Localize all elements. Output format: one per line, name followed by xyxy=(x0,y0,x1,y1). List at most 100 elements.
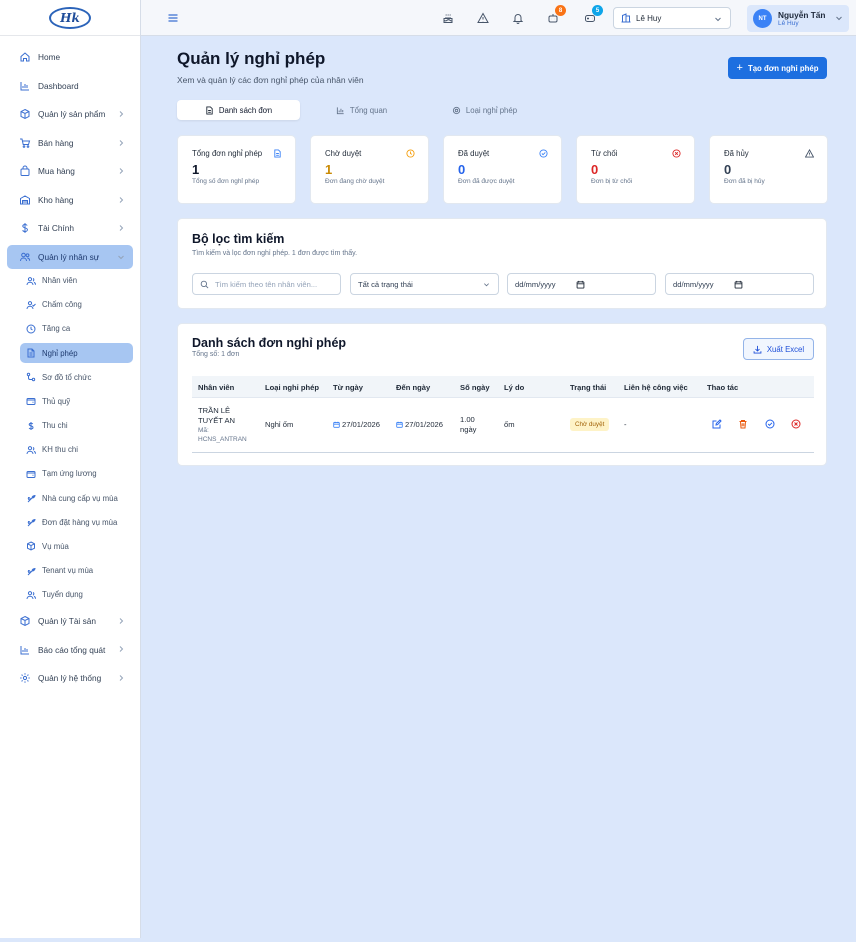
reject-icon[interactable] xyxy=(791,419,801,429)
filter-panel: Bộ lọc tìm kiếm Tìm kiếm và lọc đơn nghỉ… xyxy=(177,218,827,309)
create-leave-request-button[interactable]: + Tạo đơn nghỉ phép xyxy=(728,57,827,79)
edit-icon[interactable] xyxy=(712,419,722,429)
status-select[interactable]: Tất cả trạng thái xyxy=(350,273,499,295)
sidebar-sub-label: Nhân viên xyxy=(42,276,78,286)
notification-badge: 8 xyxy=(555,5,566,16)
create-button-label: Tạo đơn nghỉ phép xyxy=(747,63,819,73)
search-input[interactable]: Tìm kiếm theo tên nhân viên... xyxy=(192,273,341,295)
tab-leave-types[interactable]: Loại nghỉ phép xyxy=(423,100,546,120)
gamepad-notification[interactable]: 5 xyxy=(584,5,603,24)
sprout-icon xyxy=(27,567,36,576)
status-select-value: Tất cả trạng thái xyxy=(358,279,413,289)
sidebar-sub-label: KH thu chi xyxy=(42,445,78,455)
sidebar-item-label: Kho hàng xyxy=(38,194,74,205)
sidebar-sub-income-expense[interactable]: Thu chi xyxy=(20,413,133,437)
chart-icon xyxy=(20,645,29,655)
calendar-icon[interactable] xyxy=(734,280,743,289)
user-menu[interactable]: NT Nguyễn Tấn Lê Huy xyxy=(747,5,849,32)
chevron-down-icon xyxy=(715,17,721,22)
column-header[interactable]: Số ngày xyxy=(460,383,490,392)
sidebar-item-warehouse[interactable]: Kho hàng xyxy=(7,186,133,215)
birthday-cake-icon[interactable] xyxy=(442,12,454,24)
sidebar-sub-seasonal-orders[interactable]: Đơn đặt hàng vụ mùa xyxy=(20,510,133,534)
sidebar-sub-cashier[interactable]: Thủ quỹ xyxy=(20,389,133,413)
sidebar-sub-salary-advance[interactable]: Tạm ứng lương xyxy=(20,462,133,486)
stat-label: Đã hủy xyxy=(724,149,749,158)
sidebar-item-reports[interactable]: Báo cáo tổng quát xyxy=(7,635,133,664)
stat-label: Từ chối xyxy=(591,149,618,158)
gear-icon xyxy=(452,106,461,114)
sidebar-item-products[interactable]: Quản lý sản phẩm xyxy=(7,100,133,129)
org-chart-icon xyxy=(26,372,36,382)
menu-icon[interactable] xyxy=(167,12,179,24)
bag-icon xyxy=(20,165,30,177)
column-header[interactable]: Từ ngày xyxy=(333,383,363,392)
days-value: 1.00 xyxy=(460,415,475,424)
sidebar-sub-income-expense-plan[interactable]: KH thu chi xyxy=(20,438,133,462)
stat-card-total: Tổng đơn nghỉ phép 1 Tổng số đơn nghỉ ph… xyxy=(177,135,296,204)
sidebar-item-purchasing[interactable]: Mua hàng xyxy=(7,157,133,186)
sidebar-sub-employees[interactable]: Nhân viên xyxy=(20,269,133,293)
warning-icon[interactable] xyxy=(477,12,489,24)
trash-icon[interactable] xyxy=(738,419,748,429)
sidebar-item-dashboard[interactable]: Dashboard xyxy=(7,72,133,101)
main-content: Quản lý nghỉ phép Xem và quản lý các đơn… xyxy=(141,36,856,938)
sidebar-sub-overtime[interactable]: Tăng ca xyxy=(20,317,133,341)
employee-name: TUYẾT AN xyxy=(198,416,235,425)
status-badge: Chờ duyệt xyxy=(570,418,610,431)
stat-desc: Tổng số đơn nghỉ phép xyxy=(192,178,260,185)
sidebar-sub-label: Vụ mùa xyxy=(42,541,69,551)
store-select[interactable]: Lê Huy xyxy=(613,7,731,29)
sidebar-sub-label: Nhà cung cấp vụ mùa xyxy=(42,493,118,503)
sidebar-item-label: Quản lý Tài sản xyxy=(38,616,96,627)
stat-label: Tổng đơn nghỉ phép xyxy=(192,149,263,158)
approve-icon[interactable] xyxy=(765,419,775,429)
to-date-input[interactable]: dd/mm/yyyy xyxy=(665,273,814,295)
sidebar-item-label: Báo cáo tổng quát xyxy=(38,644,106,655)
stat-card-approved: Đã duyệt 0 Đơn đã được duyệt xyxy=(443,135,562,204)
sidebar-item-system[interactable]: Quản lý hệ thống xyxy=(7,664,133,693)
export-excel-button[interactable]: Xuất Excel xyxy=(743,338,814,360)
sidebar-sub-label: Thủ quỹ xyxy=(42,396,71,406)
from-date-input[interactable]: dd/mm/yyyy xyxy=(507,273,656,295)
sprout-icon xyxy=(27,519,36,527)
column-header[interactable]: Thao tác xyxy=(707,383,738,392)
sidebar-sub-seasons[interactable]: Vụ mùa xyxy=(20,534,133,558)
robot-notification[interactable]: 8 xyxy=(547,5,566,24)
column-header[interactable]: Loại nghỉ phép xyxy=(265,383,319,392)
stat-value: 0 xyxy=(458,162,466,177)
sidebar-sub-attendance[interactable]: Chấm công xyxy=(20,293,133,317)
company-logo[interactable]: Hk xyxy=(49,6,91,29)
leave-type: Nghỉ ốm xyxy=(265,420,294,429)
sidebar-sub-label: Tuyển dụng xyxy=(42,590,83,600)
sidebar-item-label: Quản lý nhân sự xyxy=(38,251,100,262)
bell-icon[interactable] xyxy=(512,12,524,24)
box-icon xyxy=(20,616,30,627)
column-header[interactable]: Liên hệ công việc xyxy=(624,383,688,392)
from-date: 27/01/2026 xyxy=(333,420,380,429)
plus-icon: + xyxy=(736,62,743,74)
calendar-icon[interactable] xyxy=(576,280,585,289)
column-header[interactable]: Nhân viên xyxy=(198,383,234,392)
sidebar-sub-seasonal-suppliers[interactable]: Nhà cung cấp vụ mùa xyxy=(20,486,133,510)
table-row[interactable]: TRẦN LÊ TUYẾT AN Mã: HCNS_ANTRAN Nghỉ ốm… xyxy=(192,398,814,453)
user-store: Lê Huy xyxy=(778,20,799,27)
sidebar-sub-org-chart[interactable]: Sơ đồ tổ chức xyxy=(20,365,133,389)
sidebar-sub-leave[interactable]: Nghỉ phép xyxy=(20,343,133,364)
column-header[interactable]: Trạng thái xyxy=(570,383,606,392)
column-header[interactable]: Lý do xyxy=(504,383,524,392)
sidebar-item-assets[interactable]: Quản lý Tài sản xyxy=(7,607,133,636)
document-icon xyxy=(27,348,35,358)
sidebar-item-sales[interactable]: Bán hàng xyxy=(7,129,133,158)
sidebar-item-label: Quản lý sản phẩm xyxy=(38,109,106,120)
sidebar-sub-seasonal-tenants[interactable]: Tenant vụ mùa xyxy=(20,559,133,583)
column-header[interactable]: Đến ngày xyxy=(396,383,430,392)
stat-value: 1 xyxy=(325,162,333,177)
sidebar-item-hr[interactable]: Quản lý nhân sự xyxy=(7,244,133,269)
stat-desc: Đơn đã được duyệt xyxy=(458,178,515,185)
sidebar-sub-recruitment[interactable]: Tuyển dụng xyxy=(20,583,133,607)
sidebar-item-home[interactable]: Home xyxy=(7,43,133,72)
sidebar-item-finance[interactable]: Tài Chính xyxy=(7,214,133,243)
tab-request-list[interactable]: Danh sách đơn xyxy=(177,100,300,120)
tab-overview[interactable]: Tổng quan xyxy=(300,100,423,120)
